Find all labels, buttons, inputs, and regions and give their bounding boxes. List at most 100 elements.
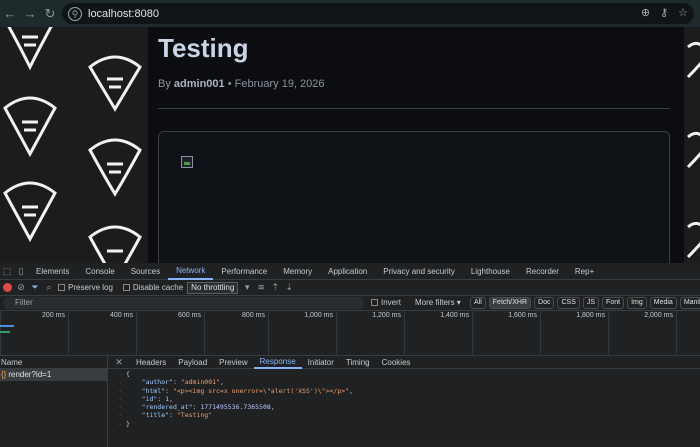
- json-brace: }: [126, 419, 130, 428]
- tab-lighthouse[interactable]: Lighthouse: [463, 263, 518, 280]
- request-row[interactable]: {} render?id=1: [0, 369, 107, 381]
- json-value: "Testing": [176, 411, 213, 420]
- timeline-tick: 1,400 ms: [404, 311, 472, 356]
- chip-font[interactable]: Font: [602, 297, 625, 309]
- site-info-icon[interactable]: ⚲: [68, 6, 82, 21]
- response-line: -{: [118, 370, 130, 378]
- close-icon[interactable]: ✕: [108, 357, 130, 368]
- filter-input[interactable]: Filter: [3, 297, 364, 309]
- chip-fetch-xhr[interactable]: Fetch/XHR: [488, 297, 532, 309]
- post-date: February 19, 2026: [234, 78, 325, 90]
- forward-icon[interactable]: →: [20, 6, 40, 21]
- chip-doc[interactable]: Doc: [534, 297, 555, 309]
- json-key: "html": [141, 386, 166, 395]
- reload-icon[interactable]: ↻: [40, 6, 60, 22]
- response-body[interactable]: -{ - "author": "admin001", - "html": "<p…: [108, 369, 700, 428]
- json-key: "rendered_at": [141, 403, 193, 412]
- inspect-element-icon[interactable]: ⬚: [0, 266, 14, 277]
- tab-payload[interactable]: Payload: [172, 356, 213, 369]
- export-har-icon[interactable]: ⇣: [284, 282, 294, 293]
- response-line: - "id": 1,: [118, 394, 173, 403]
- timeline-tick: 1,600 ms: [472, 311, 540, 356]
- post-author: admin001: [173, 78, 225, 90]
- timeline-tick: 1,000 ms: [268, 311, 336, 356]
- timeline-tick: 400 ms: [68, 311, 136, 356]
- devtools-tabs: ⬚ ▯ Elements Console Sources Network Per…: [0, 263, 700, 280]
- tab-response[interactable]: Response: [253, 356, 302, 369]
- tab-recorder[interactable]: Recorder: [518, 263, 567, 280]
- address-bar[interactable]: ⚲ localhost:8080 ⊕ ⚷ ☆: [62, 3, 694, 24]
- network-toolbar: ⊘ ⏷ ⌕ Preserve log Disable cache No thro…: [0, 280, 700, 296]
- request-list-header[interactable]: Name: [0, 356, 107, 369]
- bookmark-star-icon[interactable]: ☆: [678, 6, 688, 19]
- post-body-card: [158, 131, 670, 263]
- device-toolbar-icon[interactable]: ▯: [14, 266, 28, 277]
- invert-check[interactable]: [371, 299, 378, 307]
- json-key: "author": [141, 378, 173, 387]
- chip-img[interactable]: Img: [627, 297, 647, 309]
- filter-bar: Filter Invert More filters ▾ All Fetch/X…: [0, 296, 700, 311]
- record-icon[interactable]: [3, 283, 12, 292]
- preserve-log-checkbox[interactable]: Preserve log: [58, 283, 113, 292]
- request-name: render?id=1: [8, 370, 52, 379]
- preserve-log-check[interactable]: [58, 284, 65, 292]
- background-pattern: [0, 27, 148, 263]
- devtools-panel: ⬚ ▯ Elements Console Sources Network Per…: [0, 263, 700, 447]
- tick-label: 400 ms: [110, 312, 133, 319]
- response-line: - "rendered_at": 1771495536.7365508,: [118, 403, 275, 412]
- tab-initiator[interactable]: Initiator: [302, 356, 340, 369]
- timeline-request-bar: [0, 331, 10, 333]
- divider: [158, 108, 670, 109]
- timeline-tick: 1,800 ms: [540, 311, 608, 356]
- url-text[interactable]: localhost:8080: [88, 8, 159, 20]
- timeline-tick: 2,000 ms: [608, 311, 676, 356]
- tab-performance[interactable]: Performance: [213, 263, 275, 280]
- by-prefix: By: [158, 78, 171, 90]
- password-key-icon[interactable]: ⚷: [660, 6, 668, 19]
- tab-rep-plus[interactable]: Rep+: [567, 263, 602, 280]
- network-timeline[interactable]: 200 ms 400 ms 600 ms 800 ms 1,000 ms 1,2…: [0, 311, 700, 356]
- timeline-request-bar: [0, 325, 14, 327]
- timeline-tick-end: [676, 311, 700, 356]
- filter-icon[interactable]: ⏷: [30, 282, 40, 293]
- chip-all[interactable]: All: [470, 297, 486, 309]
- search-icon[interactable]: ⌕: [44, 282, 54, 293]
- chip-css[interactable]: CSS: [557, 297, 580, 309]
- tab-timing[interactable]: Timing: [340, 356, 376, 369]
- disable-cache-checkbox[interactable]: Disable cache: [122, 283, 183, 292]
- tab-memory[interactable]: Memory: [275, 263, 320, 280]
- chip-js[interactable]: JS: [582, 297, 600, 309]
- network-conditions-icon[interactable]: ≋: [256, 282, 266, 293]
- post-title: Testing: [158, 33, 249, 63]
- import-har-icon[interactable]: ⇡: [270, 282, 280, 293]
- disable-cache-check[interactable]: [122, 284, 130, 292]
- tab-network[interactable]: Network: [168, 263, 214, 280]
- tab-cookies[interactable]: Cookies: [376, 356, 417, 369]
- more-filters-button[interactable]: More filters ▾: [415, 298, 461, 307]
- back-icon[interactable]: ←: [0, 6, 20, 21]
- tab-headers[interactable]: Headers: [130, 356, 172, 369]
- throttling-select[interactable]: No throttling: [187, 281, 239, 294]
- response-line: -}: [118, 419, 130, 428]
- invert-label: Invert: [381, 298, 402, 307]
- tab-application[interactable]: Application: [320, 263, 375, 280]
- json-brace: {: [126, 370, 130, 378]
- tab-elements[interactable]: Elements: [28, 263, 77, 280]
- tab-console[interactable]: Console: [77, 263, 122, 280]
- chip-media[interactable]: Media: [649, 297, 677, 309]
- tab-sources[interactable]: Sources: [123, 263, 168, 280]
- tick-label: 200 ms: [42, 312, 65, 319]
- chip-manifest[interactable]: Manifest: [679, 297, 700, 309]
- json-key: "title": [141, 411, 170, 420]
- invert-checkbox[interactable]: Invert: [371, 298, 401, 307]
- bee-pattern-graphic-right: [686, 41, 700, 259]
- request-list: Name {} render?id=1: [0, 356, 108, 447]
- chevron-down-icon[interactable]: ▾: [242, 282, 252, 293]
- tab-privacy-security[interactable]: Privacy and security: [375, 263, 463, 280]
- response-line: - "author": "admin001",: [118, 378, 224, 387]
- tick-label: 1,800 ms: [576, 312, 605, 319]
- clear-icon[interactable]: ⊘: [16, 282, 26, 293]
- zoom-icon[interactable]: ⊕: [641, 6, 650, 19]
- tab-preview[interactable]: Preview: [213, 356, 253, 369]
- post-byline: By admin001 • February 19, 2026: [158, 78, 325, 90]
